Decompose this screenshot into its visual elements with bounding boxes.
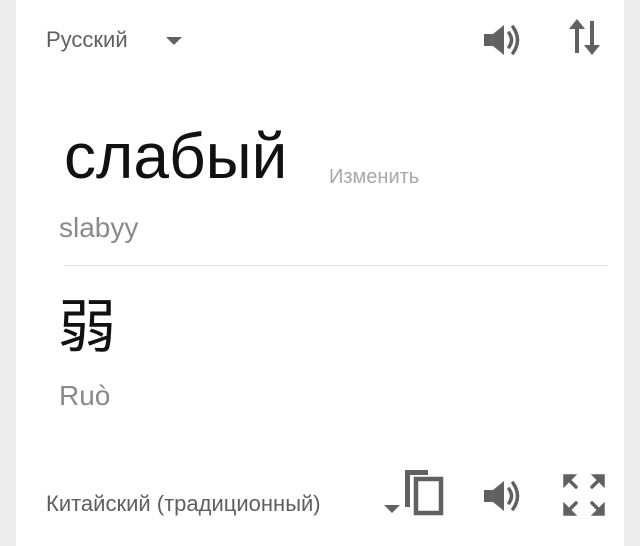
source-language-label: Русский (46, 27, 128, 52)
source-transliteration: slabyy (59, 212, 139, 243)
speaker-icon[interactable] (482, 21, 526, 59)
fullscreen-icon[interactable] (562, 473, 606, 517)
source-language-bar: Русский (16, 15, 624, 65)
edit-link[interactable]: Изменить (329, 166, 419, 189)
target-language-bar: Китайский (традиционный) (16, 470, 624, 529)
chevron-down-icon[interactable] (384, 505, 400, 513)
translation-card: Русский слабый Изменить slabyy 弱 Ruò Кит… (16, 0, 624, 546)
copy-icon[interactable] (400, 467, 446, 519)
divider (64, 265, 608, 266)
swap-languages-icon[interactable] (568, 17, 602, 57)
source-word[interactable]: слабый (64, 124, 287, 188)
target-transliteration: Ruò (59, 380, 111, 411)
chevron-down-icon[interactable] (166, 37, 182, 45)
target-language-label: Китайский (традиционный) (46, 491, 321, 516)
translated-word: 弱 (58, 293, 117, 361)
speaker-icon[interactable] (482, 477, 526, 515)
